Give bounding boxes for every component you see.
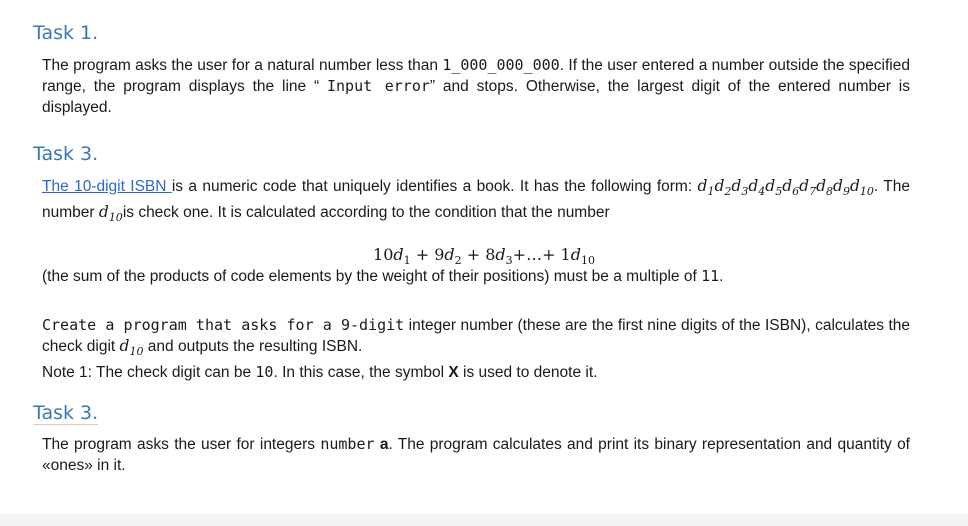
note-number: 10 [255,363,274,382]
isbn-formula: 10d1 + 9d2 + 8d3+…+ 1d10 [373,245,595,268]
task2-text-a: is a numeric code that uniquely identifi… [171,178,698,195]
note-symbol-x: X [448,364,459,382]
task1-text: The program asks the user for a natural … [42,55,910,118]
note-text-b: . In this case, the symbol [273,364,449,382]
document-page: Task 1. The program asks the user for a … [0,0,968,526]
task1-text-a: The program asks the user for a natural … [42,57,443,74]
task3-heading-text: Task 3. [33,402,99,425]
create-text-end: and outputs the resulting ISBN. [143,338,363,355]
task2-text: The 10-digit ISBN is a numeric code that… [42,176,910,228]
isbn-form: d1d2d3d4d5d6d7d8d9d10 [697,177,874,199]
task3-text: The program asks the user for integers n… [42,434,910,476]
multiple-number: 11 [701,267,720,285]
task2-text-d: (the sum of the products of code element… [42,268,702,285]
task3-heading: Task 3. [33,402,99,425]
task1-heading: Task 1. [33,22,99,44]
check-digit-symbol: d10 [98,203,123,225]
isbn-link[interactable]: The 10-digit ISBN [42,178,172,195]
task1-error-string: Input error [327,77,430,95]
note-text-c: is used to denote it. [458,364,598,382]
task3-var-a: a [374,436,389,453]
task1-number: 1_000_000_000 [442,56,560,74]
task3-text-a: The program asks the user for integers [42,436,321,453]
task2-heading: Task 3. [33,143,99,165]
note-text-a: Note 1: The check digit can be [42,364,256,382]
task2-sum-text: (the sum of the products of code element… [42,266,910,287]
task2-create-text: Create a program that asks for a 9-digit… [42,315,910,383]
bottom-band [0,514,968,526]
task2-text-c: is check one. It is calculated according… [122,204,610,222]
create-mono-text: Create a program that asks for a 9-digit [42,316,405,334]
task2-text-d-end: . [719,268,724,285]
task3-number-word: number [320,435,375,453]
check-digit-symbol-2: d10 [119,337,144,359]
